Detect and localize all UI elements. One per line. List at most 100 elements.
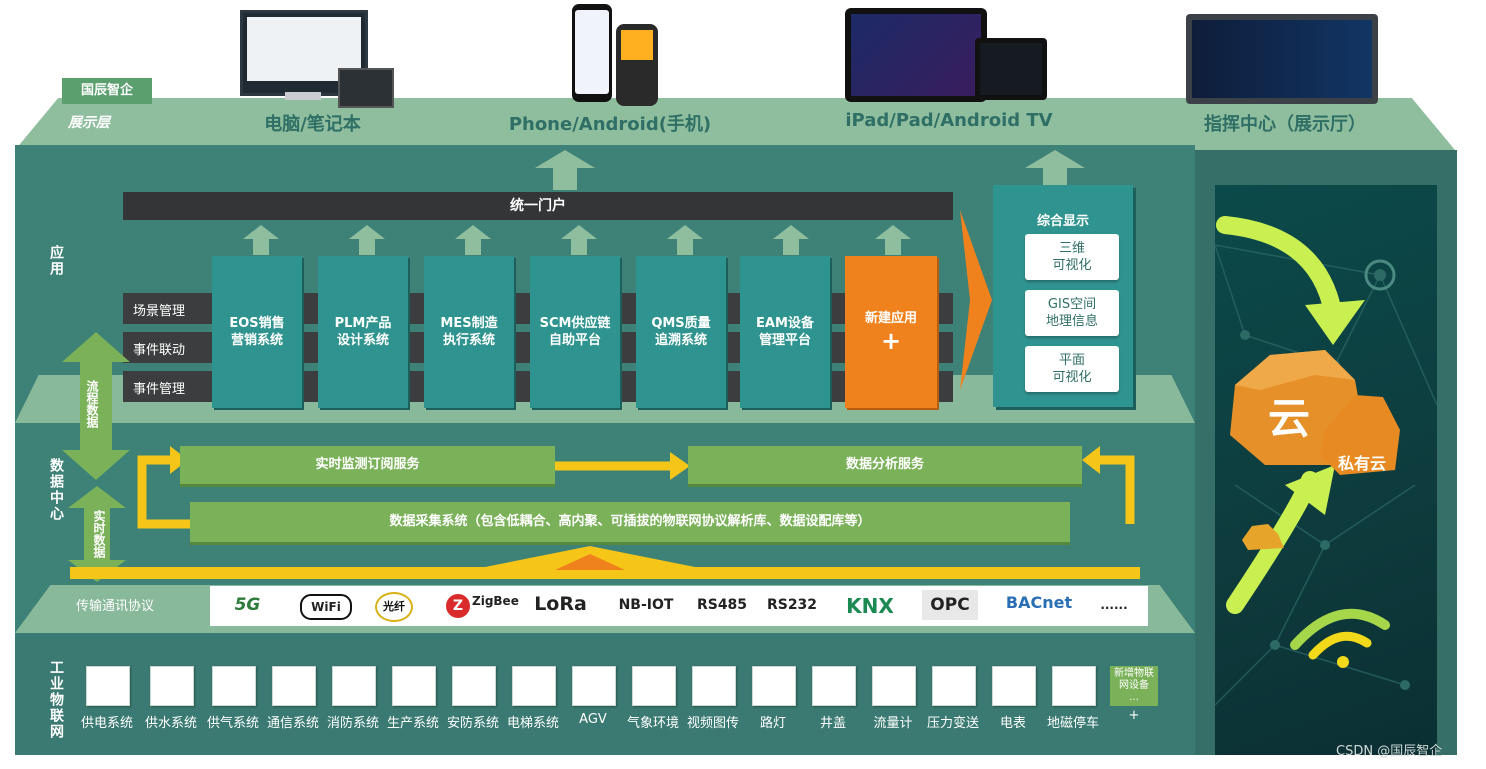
display-title: 综合显示	[1036, 214, 1089, 229]
module-mes-line1: MES制造	[440, 316, 498, 331]
display-item-gis[interactable]: GIS空间地理信息	[1025, 290, 1119, 336]
protocol-more: ......	[1100, 598, 1128, 612]
module-mes[interactable]: MES制造执行系统	[424, 256, 514, 408]
row-label-scene: 场景管理	[133, 304, 186, 319]
up-arrow-icon	[535, 150, 595, 190]
iot-item-streetlight: 路灯	[759, 716, 786, 731]
module-eam-line2: 管理平台	[758, 333, 811, 348]
elevator-system-icon	[512, 666, 556, 706]
module-scm-line1: SCM供应链	[539, 316, 611, 331]
cloud-big-label: 云	[1268, 394, 1311, 443]
iot-item-production: 生产系统	[386, 716, 439, 731]
module-eos[interactable]: EOS销售营销系统	[212, 256, 302, 408]
device-label-ipad: iPad/Pad/Android TV	[845, 110, 1053, 131]
weather-icon	[632, 666, 676, 706]
electric-meter-icon	[992, 666, 1036, 706]
protocol-nbiot: NB-IOT	[618, 597, 674, 613]
up-arrow-icon	[773, 225, 809, 255]
display-item-2d[interactable]: 平面 可视化	[1025, 346, 1119, 392]
module-eam-line1: EAM设备	[756, 316, 814, 331]
module-eos-line1: EOS销售	[229, 316, 285, 331]
data-analysis-service[interactable]: 数据分析服务	[688, 446, 1082, 484]
display-item-2d-line2: 可视化	[1052, 370, 1092, 385]
iot-item-weather: 气象环境	[626, 716, 679, 731]
protocol-opc: OPC	[922, 590, 978, 620]
monitor-stand	[285, 92, 321, 100]
zigbee-icon: Z	[446, 594, 470, 618]
collection-peak	[470, 546, 710, 570]
display-item-gis-line1: GIS空间	[1047, 297, 1097, 312]
layer-tag: 展示层	[68, 115, 110, 131]
display-item-3d[interactable]: 三维 可视化	[1025, 234, 1119, 280]
module-qms-line2: 追溯系统	[654, 333, 707, 348]
module-plm[interactable]: PLM产品 设计系统	[318, 256, 408, 408]
module-scm[interactable]: SCM供应链 自助平台	[530, 256, 620, 408]
power-system-icon	[86, 666, 130, 706]
iot-item-fire: 消防系统	[326, 716, 379, 731]
iot-item-agv: AGV	[579, 712, 607, 727]
up-arrow-icon	[349, 225, 385, 255]
telecom-system-icon	[272, 666, 316, 706]
ipad-image	[845, 8, 987, 102]
module-scm-line2: 自助平台	[548, 333, 601, 348]
iot-item-telecom: 通信系统	[266, 716, 319, 731]
add-device-line1: 新增物联	[1114, 668, 1154, 679]
iot-layer-label: 工业物联网	[48, 660, 64, 740]
iot-item-parking: 地磁停车	[1046, 716, 1099, 731]
protocol-fiber: 光纤	[375, 592, 413, 622]
private-cloud-label: 私有云	[1338, 454, 1387, 473]
up-arrow-icon	[667, 225, 703, 255]
realtime-monitor-service[interactable]: 实时监测订阅服务	[180, 446, 555, 484]
device-label-command-center: 指挥中心（展示厅）	[1204, 114, 1366, 135]
plus-icon: +	[880, 326, 902, 355]
module-qms[interactable]: QMS质量 追溯系统	[636, 256, 726, 408]
protocol-rs232: RS232	[766, 597, 818, 613]
display-item-gis-line2: 地理信息	[1045, 314, 1098, 329]
protocol-zigbee: ZigBee	[472, 594, 519, 608]
module-mes-line2: 执行系统	[442, 333, 495, 348]
up-arrow-icon	[243, 225, 279, 255]
streetlight-icon	[752, 666, 796, 706]
flowmeter-icon	[872, 666, 916, 706]
agv-icon	[572, 666, 616, 706]
module-new-app[interactable]: 新建应用 +	[845, 256, 937, 408]
row-label-event: 事件管理	[133, 382, 186, 397]
module-plm-line2: 设计系统	[336, 333, 389, 348]
device-label-pc: 电脑/笔记本	[264, 114, 361, 135]
small-cloud-icon	[1242, 524, 1284, 550]
up-arrow-icon	[561, 225, 597, 255]
add-iot-device-button[interactable]: 新增物联 网设备 ...	[1110, 666, 1158, 706]
iot-item-video: 视频图传	[686, 716, 739, 731]
handheld-image	[616, 24, 658, 106]
unified-portal-bar: 统一门户	[123, 192, 953, 220]
fire-system-icon	[332, 666, 376, 706]
protocol-wifi: WiFi	[300, 594, 352, 620]
iot-item-power: 供电系统	[80, 716, 133, 731]
data-collection-system[interactable]: 数据采集系统（包含低耦合、高内聚、可插拔的物联网协议解析库、数据设配库等）	[190, 502, 1070, 542]
plus-icon: +	[1128, 708, 1140, 723]
iot-item-security: 安防系统	[446, 716, 499, 731]
process-data-label: 流程数据	[85, 380, 99, 428]
add-device-line3: ...	[1129, 692, 1139, 703]
chevron-right-icon	[960, 210, 992, 390]
iot-item-elevator: 电梯系统	[506, 716, 559, 731]
display-item-3d-line2: 可视化	[1052, 258, 1092, 273]
display-item-3d-line1: 三维	[1058, 241, 1085, 256]
protocol-5g: 5G	[234, 595, 261, 615]
protocol-knx: KNX	[846, 594, 894, 618]
production-system-icon	[392, 666, 436, 706]
app-layer-label: 应用	[48, 245, 64, 277]
module-eos-line2: 营销系统	[230, 333, 283, 348]
water-system-icon	[150, 666, 194, 706]
iot-item-meter: 电表	[999, 716, 1026, 731]
iot-item-gas: 供气系统	[206, 716, 259, 731]
iot-item-manhole: 井盖	[819, 716, 846, 731]
module-eam[interactable]: EAM设备管理平台	[740, 256, 830, 408]
protocol-lora: LoRa	[534, 593, 587, 615]
up-arrow-icon	[875, 225, 911, 255]
phone-image	[572, 4, 612, 102]
tablet-small-image	[338, 68, 394, 108]
module-new-app-line1: 新建应用	[864, 310, 917, 326]
video-camera-icon	[692, 666, 736, 706]
iot-item-flowmeter: 流量计	[873, 716, 913, 731]
